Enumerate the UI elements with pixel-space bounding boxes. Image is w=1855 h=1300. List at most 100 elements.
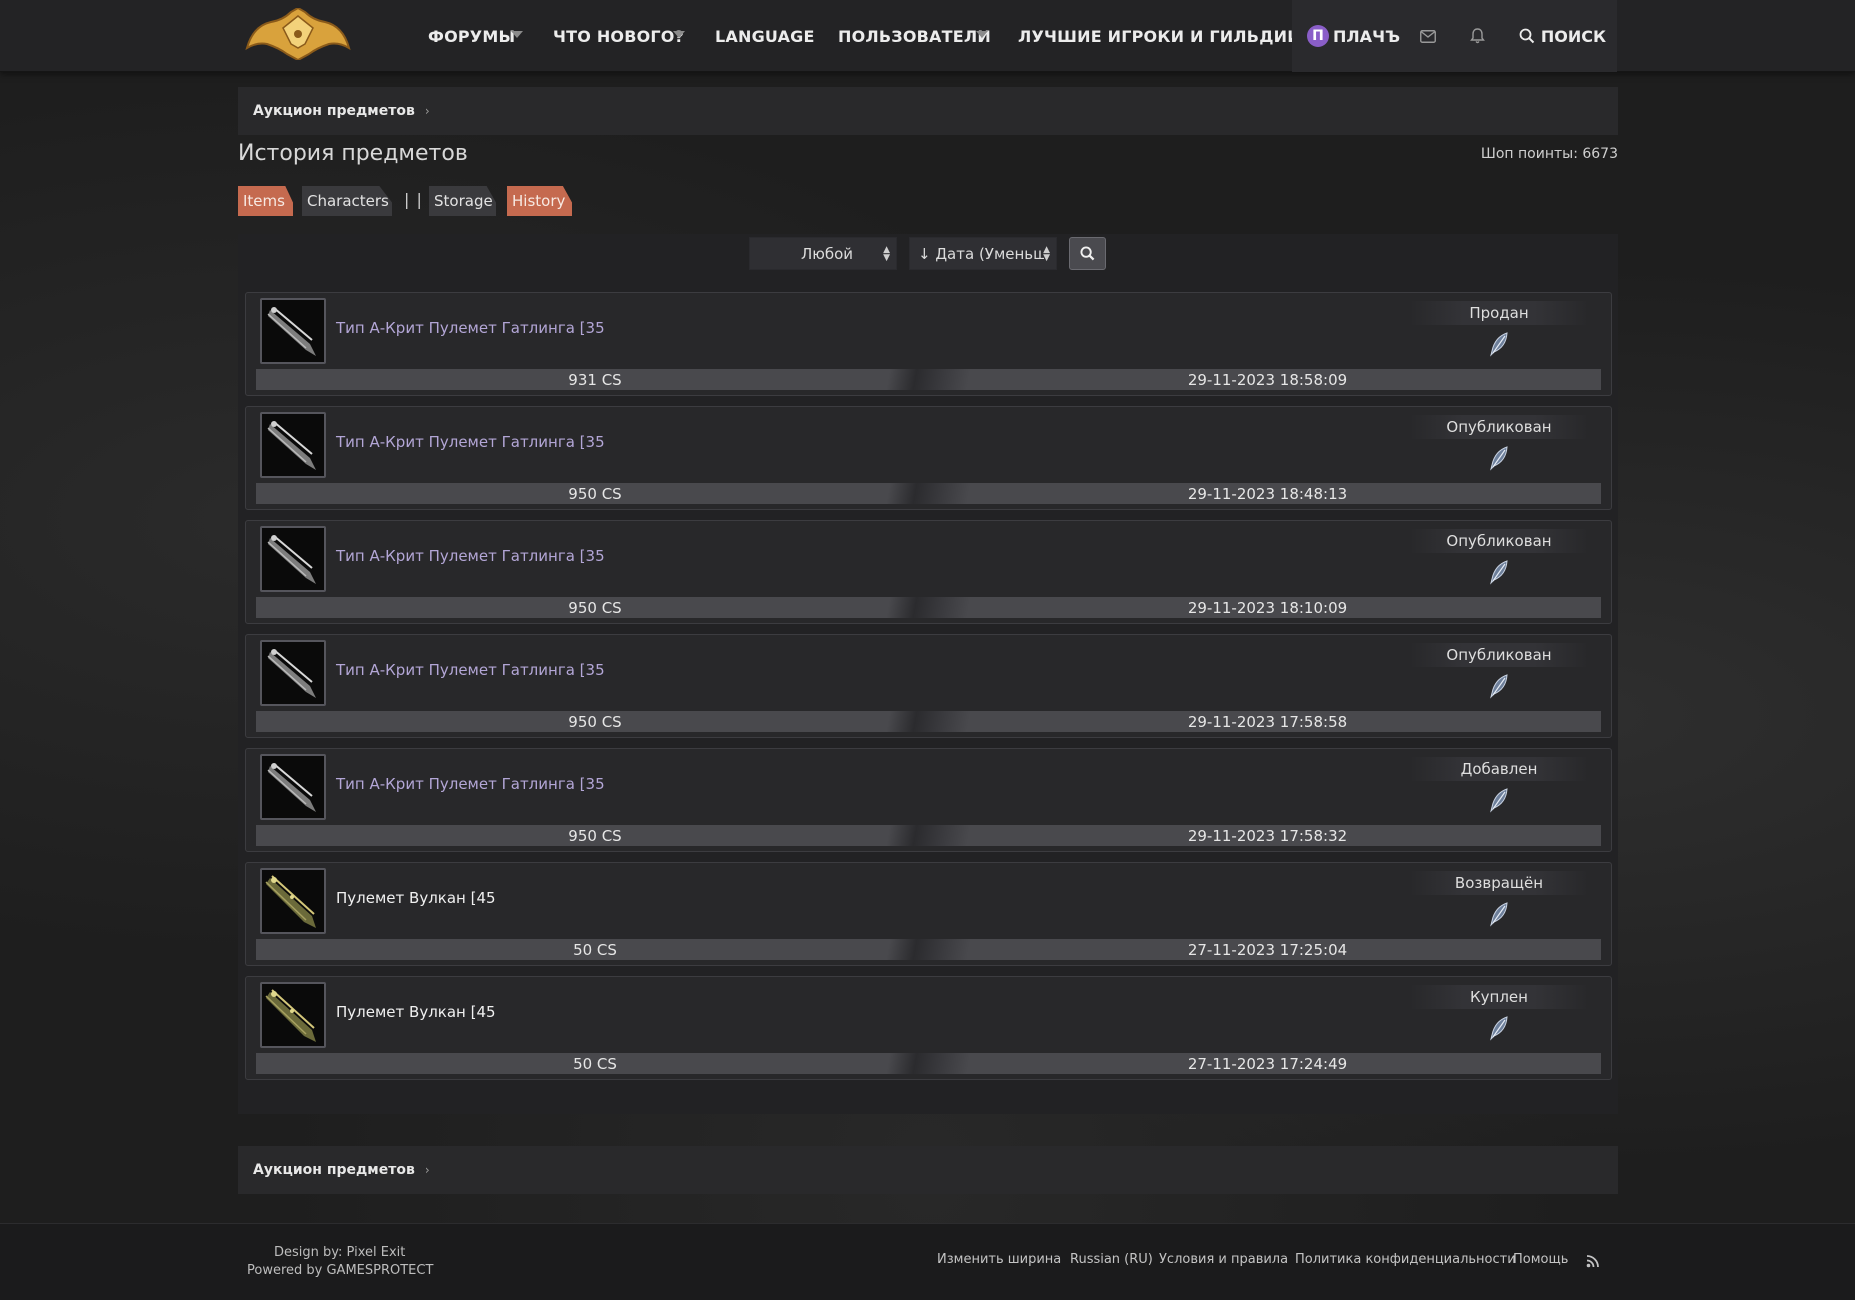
history-row: Пулемет Вулкан [45 Возвращён 50 CS 27-11… (245, 862, 1612, 966)
item-name-link[interactable]: Тип А-Крит Пулемет Гатлинга [35 (336, 661, 605, 679)
type-filter-select[interactable]: Любой ▲ ▼ (749, 237, 897, 270)
search-label: ПОИСК (1540, 26, 1607, 46)
page-title: История предметов (238, 141, 468, 166)
gatling-gun-icon (267, 421, 316, 470)
status-badge: Опубликован (1409, 643, 1589, 667)
history-row: Пулемет Вулкан [45 Куплен 50 CS 27-11-20… (245, 976, 1612, 1080)
item-date: 29-11-2023 18:10:09 (1187, 598, 1348, 617)
item-name-link[interactable]: Тип А-Крит Пулемет Гатлинга [35 (336, 775, 605, 793)
feather-icon[interactable] (1487, 445, 1511, 471)
inbox-button[interactable] (1406, 0, 1450, 72)
item-name-link[interactable]: Пулемет Вулкан [45 (336, 1003, 496, 1021)
footer-language[interactable]: Russian (RU) (1070, 1252, 1153, 1267)
footer-change-width[interactable]: Изменить ширина (937, 1252, 1061, 1267)
filter-search-button[interactable] (1069, 237, 1106, 270)
item-name-link[interactable]: Тип А-Крит Пулемет Гатлинга [35 (336, 319, 605, 337)
chevron-right-icon: › (424, 104, 430, 118)
row-footer: 950 CS 29-11-2023 18:10:09 (256, 597, 1601, 618)
item-date: 27-11-2023 17:25:04 (1187, 940, 1348, 959)
nav-language[interactable]: LANGUAGE (715, 0, 815, 72)
tab-history[interactable]: History (507, 186, 572, 216)
powered-by-credit[interactable]: Powered by GAMESPROTECT (247, 1263, 433, 1278)
item-thumbnail[interactable] (260, 412, 326, 478)
row-footer: 50 CS 27-11-2023 17:25:04 (256, 939, 1601, 960)
breadcrumb: Аукцион предметов › (238, 87, 1618, 135)
item-date: 29-11-2023 17:58:32 (1187, 826, 1348, 845)
nav-top-players[interactable]: ЛУЧШИЕ ИГРОКИ И ГИЛЬДИИ (1018, 0, 1301, 72)
footer-help[interactable]: Помощь (1513, 1252, 1568, 1267)
status-badge: Опубликован (1409, 415, 1589, 439)
item-date: 29-11-2023 17:58:58 (1187, 712, 1348, 731)
feather-icon[interactable] (1487, 901, 1511, 927)
design-credit[interactable]: Design by: Pixel Exit (274, 1245, 405, 1260)
item-date: 29-11-2023 18:58:09 (1187, 370, 1348, 389)
chevron-down-icon[interactable] (511, 31, 523, 38)
page-footer (0, 1223, 1855, 1300)
alerts-button[interactable] (1455, 0, 1499, 72)
gatling-gun-icon (267, 535, 316, 584)
status-badge: Возвращён (1409, 871, 1589, 895)
site-logo[interactable] (243, 8, 353, 60)
gatling-gun-icon (267, 307, 316, 356)
footer-terms[interactable]: Условия и правила (1159, 1252, 1288, 1267)
sort-select[interactable]: ↓ Дата (Уменьшен ▲▼ (909, 237, 1057, 270)
feather-icon[interactable] (1487, 1015, 1511, 1041)
item-name-link[interactable]: Пулемет Вулкан [45 (336, 889, 496, 907)
chevron-down-icon[interactable] (673, 31, 685, 38)
rss-icon[interactable] (1586, 1254, 1600, 1268)
item-price: 950 CS (568, 826, 622, 845)
chevron-down-icon[interactable] (976, 31, 988, 38)
breadcrumb-link[interactable]: Аукцион предметов (253, 1162, 415, 1178)
breadcrumb-link[interactable]: Аукцион предметов (253, 103, 415, 119)
feather-icon[interactable] (1487, 673, 1511, 699)
footer-privacy[interactable]: Политика конфиденциальности (1295, 1252, 1516, 1267)
gatling-gun-icon (267, 649, 316, 698)
row-footer: 50 CS 27-11-2023 17:24:49 (256, 1053, 1601, 1074)
item-thumbnail[interactable] (260, 526, 326, 592)
tab-characters[interactable]: Characters (302, 186, 392, 216)
user-menu[interactable]: П ПЛАЧЪ (1307, 0, 1400, 72)
bell-icon (1469, 28, 1485, 44)
item-price: 50 CS (573, 1054, 617, 1073)
nav-forums[interactable]: ФОРУМЫ (428, 0, 515, 72)
feather-icon[interactable] (1487, 559, 1511, 585)
item-thumbnail[interactable] (260, 640, 326, 706)
vulcan-gun-icon (265, 875, 316, 928)
gatling-gun-icon (267, 763, 316, 812)
chevron-right-icon: › (424, 1163, 430, 1177)
history-row: Тип А-Крит Пулемет Гатлинга [35 Опублико… (245, 634, 1612, 738)
select-arrows-icon: ▲ ▼ (883, 245, 890, 263)
item-name-link[interactable]: Тип А-Крит Пулемет Гатлинга [35 (336, 433, 605, 451)
item-thumbnail[interactable] (260, 982, 326, 1048)
search-icon (1080, 246, 1095, 261)
item-thumbnail[interactable] (260, 298, 326, 364)
row-footer: 950 CS 29-11-2023 18:48:13 (256, 483, 1601, 504)
row-footer: 950 CS 29-11-2023 17:58:32 (256, 825, 1601, 846)
nav-whats-new[interactable]: ЧТО НОВОГО? (553, 0, 684, 72)
feather-icon[interactable] (1487, 787, 1511, 813)
item-price: 950 CS (568, 484, 622, 503)
envelope-icon (1420, 29, 1436, 43)
item-date: 27-11-2023 17:24:49 (1187, 1054, 1348, 1073)
feather-icon[interactable] (1487, 331, 1511, 357)
status-badge: Куплен (1409, 985, 1589, 1009)
shop-points: Шоп поинты: 6673 (1480, 146, 1618, 162)
status-badge: Продан (1409, 301, 1589, 325)
item-price: 931 CS (568, 370, 622, 389)
item-price: 950 CS (568, 598, 622, 617)
breadcrumb-bottom: Аукцион предметов › (238, 1146, 1618, 1194)
avatar: П (1307, 25, 1329, 47)
select-arrows-icon: ▲ ▼ (1043, 245, 1050, 263)
history-row: Тип А-Крит Пулемет Гатлинга [35 Продан 9… (245, 292, 1612, 396)
nav-users[interactable]: ПОЛЬЗОВАТЕЛИ (838, 0, 991, 72)
row-footer: 950 CS 29-11-2023 17:58:58 (256, 711, 1601, 732)
item-price: 50 CS (573, 940, 617, 959)
search-button[interactable]: ПОИСК (1508, 0, 1617, 72)
item-name-link[interactable]: Тип А-Крит Пулемет Гатлинга [35 (336, 547, 605, 565)
tab-items[interactable]: Items (238, 186, 293, 216)
sort-value: ↓ Дата (Уменьшен (918, 244, 1044, 263)
tab-storage[interactable]: Storage (429, 186, 496, 216)
item-thumbnail[interactable] (260, 868, 326, 934)
search-icon (1519, 28, 1535, 44)
item-thumbnail[interactable] (260, 754, 326, 820)
